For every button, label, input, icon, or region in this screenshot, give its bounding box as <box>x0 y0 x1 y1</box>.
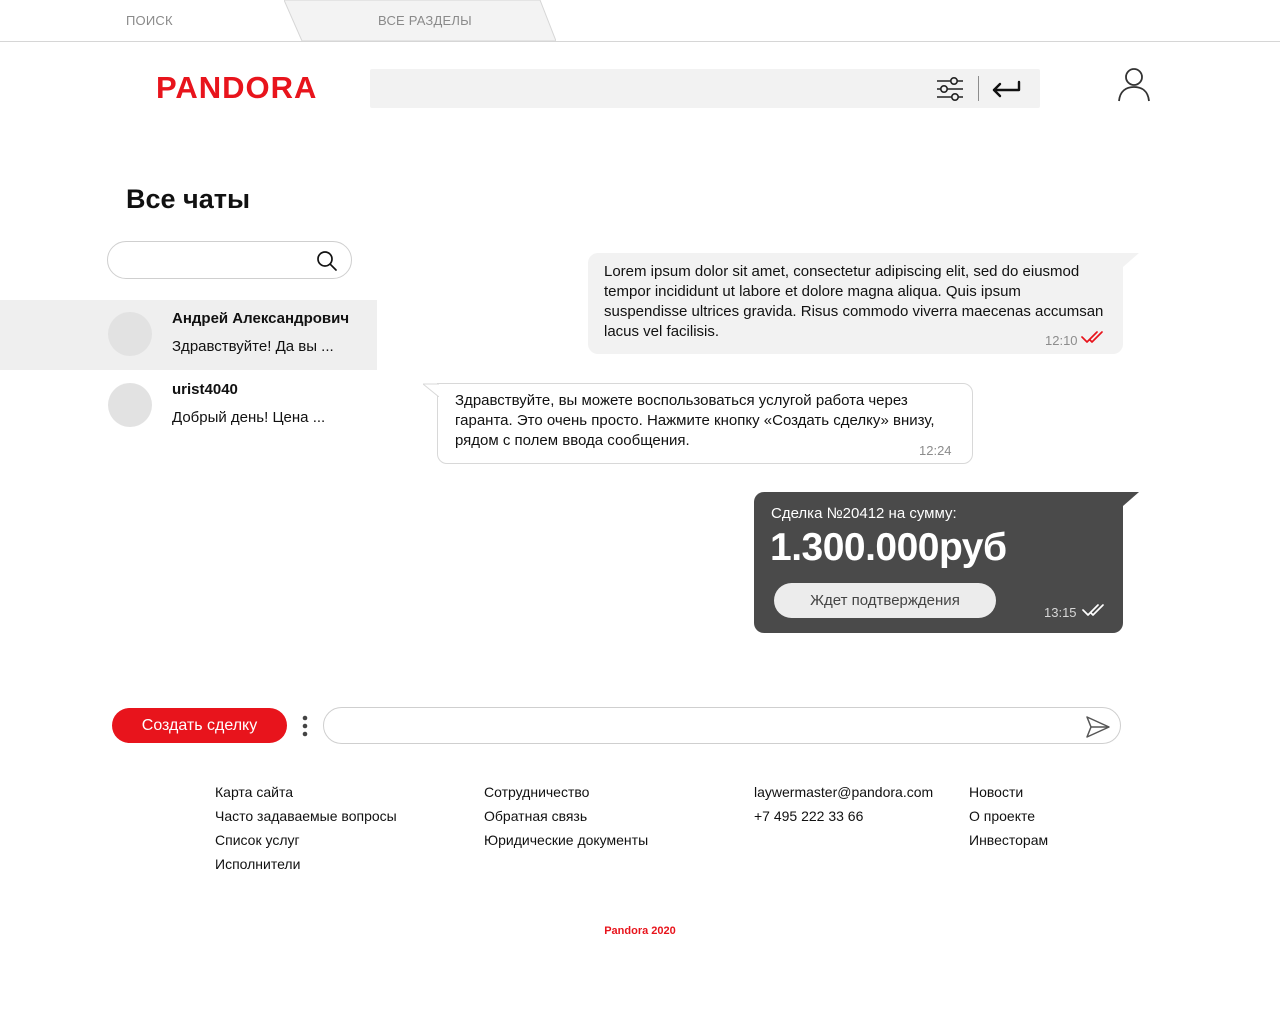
outgoing-message: Lorem ipsum dolor sit amet, consectetur … <box>588 253 1139 354</box>
message-text: Lorem ipsum dolor sit amet, consectetur … <box>604 263 1104 340</box>
message-text: Здравствуйте, вы можете воспользоваться … <box>455 392 935 449</box>
footer-email[interactable]: laywermaster@pandora.com <box>754 780 933 804</box>
create-deal-button[interactable]: Создать сделку <box>112 708 287 743</box>
tabs-divider <box>0 41 1280 42</box>
footer-link[interactable]: Инвесторам <box>969 828 1048 852</box>
more-vertical-icon[interactable] <box>299 713 311 739</box>
filter-icon[interactable] <box>935 76 965 102</box>
tab-all-sections[interactable]: ВСЕ РАЗДЕЛЫ <box>284 0 556 42</box>
page-title: Все чаты <box>126 184 251 214</box>
incoming-message: Здравствуйте, вы можете воспользоваться … <box>423 383 973 464</box>
search-icon[interactable] <box>316 250 338 272</box>
bubble-tail <box>1123 253 1139 267</box>
avatar <box>108 312 152 356</box>
enter-icon[interactable] <box>990 78 1022 100</box>
double-check-icon <box>1081 331 1103 343</box>
chat-search-input[interactable] <box>122 250 312 270</box>
message-time: 12:24 <box>919 443 952 458</box>
footer-column: Сотрудничество Обратная связь Юридически… <box>484 780 648 852</box>
footer-link[interactable]: Исполнители <box>215 852 397 876</box>
message-time: 13:15 <box>1044 605 1077 620</box>
message-composer[interactable] <box>323 707 1121 744</box>
footer-column: Новости О проекте Инвесторам <box>969 780 1048 852</box>
bubble-tail <box>423 383 439 397</box>
deal-caption: Сделка №20412 на сумму: <box>771 505 957 522</box>
footer-link[interactable]: Обратная связь <box>484 804 648 828</box>
global-search-bar[interactable] <box>370 69 1040 108</box>
chat-last-message: Добрый день! Цена ... <box>172 409 326 426</box>
chat-search[interactable] <box>107 241 352 279</box>
search-bar-divider <box>978 76 979 101</box>
footer-column: Карта сайта Часто задаваемые вопросы Спи… <box>215 780 397 876</box>
tab-search[interactable]: ПОИСК <box>126 13 173 28</box>
copyright: Pandora 2020 <box>604 925 676 937</box>
message-time: 12:10 <box>1045 333 1078 348</box>
deal-status-button[interactable]: Ждет подтверждения <box>774 583 996 618</box>
message-input[interactable] <box>342 716 1082 736</box>
tab-all-sections-label: ВСЕ РАЗДЕЛЫ <box>378 13 472 28</box>
chat-contact-name: urist4040 <box>172 381 238 398</box>
chat-list-item[interactable]: Андрей Александрович Здравствуйте! Да вы… <box>0 300 377 370</box>
user-icon[interactable] <box>1117 67 1151 103</box>
footer-link[interactable]: Карта сайта <box>215 780 397 804</box>
footer-link[interactable]: Сотрудничество <box>484 780 648 804</box>
deal-amount: 1.300.000руб <box>770 526 1007 569</box>
footer-link[interactable]: Новости <box>969 780 1048 804</box>
pandora-logo[interactable]: PANDORA <box>156 70 317 106</box>
footer-column: laywermaster@pandora.com +7 495 222 33 6… <box>754 780 933 828</box>
chat-list-item[interactable]: urist4040 Добрый день! Цена ... <box>0 371 377 441</box>
chat-contact-name: Андрей Александрович <box>172 310 350 327</box>
footer-link[interactable]: Список услуг <box>215 828 397 852</box>
avatar <box>108 383 152 427</box>
footer-link[interactable]: Юридические документы <box>484 828 648 852</box>
bubble-tail <box>1123 492 1139 506</box>
double-check-icon <box>1082 604 1104 616</box>
send-icon[interactable] <box>1085 715 1111 739</box>
deal-card: Сделка №20412 на сумму: 1.300.000руб Жде… <box>754 492 1139 633</box>
footer-link[interactable]: Часто задаваемые вопросы <box>215 804 397 828</box>
footer-link[interactable]: О проекте <box>969 804 1048 828</box>
footer-phone[interactable]: +7 495 222 33 66 <box>754 804 933 828</box>
chat-last-message: Здравствуйте! Да вы ... <box>172 338 334 355</box>
